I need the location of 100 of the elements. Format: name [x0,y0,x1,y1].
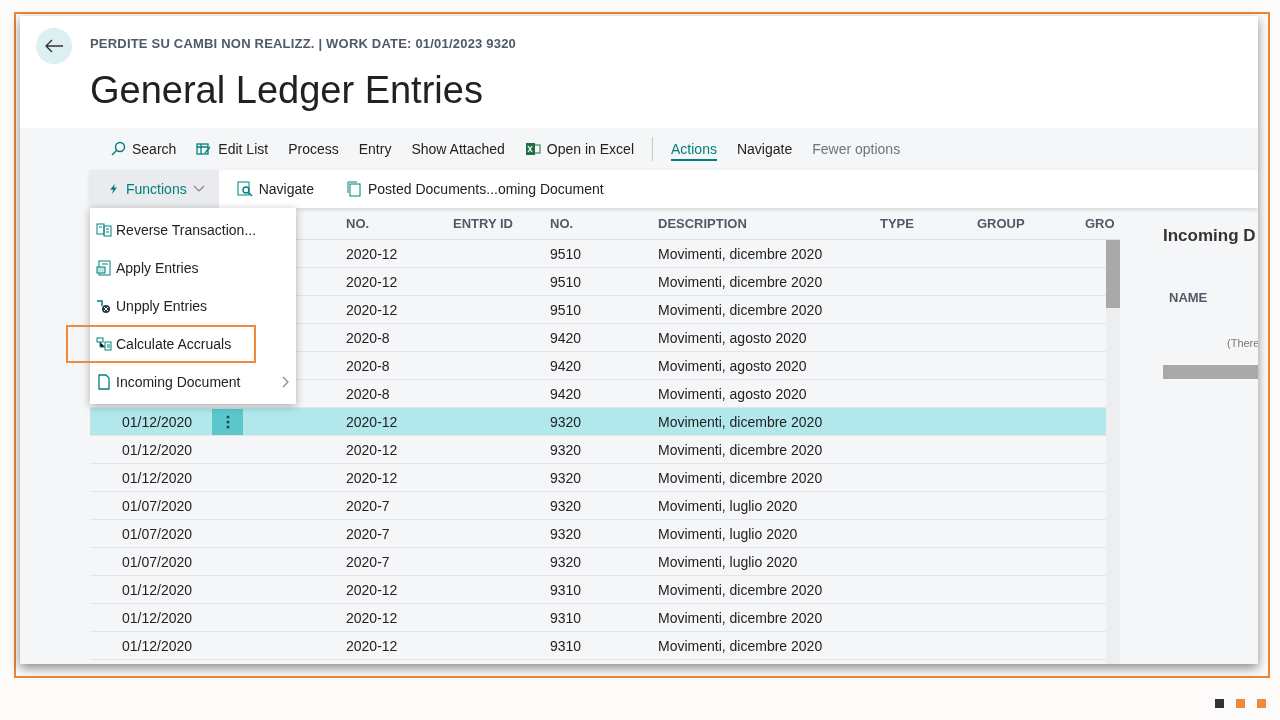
table-cell-text: 2020-12 [346,637,399,654]
table-cell-text: Movimenti, dicembre 2020 [658,245,824,262]
table-cell-text: 2020-8 [346,385,391,402]
date-cell-text: 01/12/2020 [121,413,194,430]
table-cell-text: Movimenti, dicembre 2020 [658,413,824,430]
table-cell-text: 2020-12 [346,301,399,318]
table-cell-text: 2020-12 [346,413,399,430]
table-row[interactable]: 01/07/2020 2020-7 9320 Movimenti, luglio 2020 [90,520,1106,548]
page-title: General Ledger Entries [90,69,484,112]
table-cell-text: 9320 [550,553,583,570]
table-cell-text: Movimenti, luglio 2020 [658,553,799,570]
table-cell-text: Movimenti, agosto 2020 [658,385,808,402]
table-cell-text: 2020-12 [346,609,399,626]
table-cell-text: Movimenti, agosto 2020 [658,329,808,346]
table-cell-text: Movimenti, luglio 2020 [658,497,799,514]
documents-icon [345,181,362,197]
table-edit-icon [196,141,213,157]
table-cell-text: 9510 [550,245,583,262]
column-header[interactable]: GRO [1085,216,1120,231]
table-cell-text: 9320 [550,441,583,458]
factbox-title: Incoming D [1163,226,1257,246]
table-cell-text: 2020-8 [346,357,391,374]
date-cell-text: 01/12/2020 [121,469,194,486]
table-cell-text: Movimenti, luglio 2020 [658,525,799,542]
document-stack-icon [96,222,112,238]
table-cell-text: 9320 [550,525,583,542]
table-cell-text: 2020-8 [346,329,391,346]
table-cell-text: Movimenti, dicembre 2020 [658,469,824,486]
chevron-right-icon [282,376,290,388]
table-row[interactable]: 01/12/2020 2020-12 9310 Movimenti, dicembre 2020 [90,576,1106,604]
table-cell-text: 9510 [550,301,583,318]
table-row[interactable]: 01/12/2020 2020-12 9320 Movimenti, dicembre 2020 [90,464,1106,492]
toolbar-button[interactable]: Open in Excel [514,135,644,163]
column-header[interactable]: ENTRY ID [453,216,550,231]
toolbar-button[interactable]: Edit List [186,135,279,163]
more-vertical-icon [225,414,230,429]
table-cell-text: 9420 [550,329,583,346]
table-cell-text: 9420 [550,357,583,374]
unlink-icon [96,298,112,314]
action-button[interactable]: Navigate [218,170,328,208]
column-header[interactable]: GROUP [977,216,1085,231]
date-cell-text: 01/07/2020 [121,525,194,542]
table-cell-text: 2020-12 [346,273,399,290]
date-cell-text: 01/07/2020 [121,497,194,514]
table-cell-text: 9310 [550,609,583,626]
toolbar-button[interactable]: Search [100,135,187,163]
spreadsheet-icon [524,141,541,157]
date-cell-text: 01/12/2020 [121,637,194,654]
column-header[interactable]: NO. [550,216,658,231]
table-row[interactable]: 01/12/2020 2020-12 9310 Movimenti, dicembre 2020 [90,632,1106,660]
table-row[interactable]: 01/07/2020 2020-7 9320 Movimenti, luglio 2020 [90,548,1106,576]
table-cell-text: Movimenti, dicembre 2020 [658,441,824,458]
date-cell-text: 01/12/2020 [121,441,194,458]
chevron-down-icon [192,185,205,193]
table-cell-text: 9310 [550,581,583,598]
action-tab[interactable]: Navigate [726,135,803,163]
slide-dots-drawing [1215,699,1266,708]
table-cell-text: 9320 [550,469,583,486]
back-button[interactable] [36,28,72,64]
table-cell-text: 9320 [550,497,583,514]
table-cell-text: 9320 [550,413,583,430]
column-header[interactable]: DESCRIPTION [658,216,880,231]
table-cell-text: Movimenti, dicembre 2020 [658,301,824,318]
toolbar-button[interactable]: Show Attached [401,135,515,163]
table-cell-text: Movimenti, agosto 2020 [658,357,808,374]
document-icon [96,374,112,390]
table-cell-text: 9420 [550,385,583,402]
table-row[interactable]: 01/12/2020 2020-12 9320 Movimenti, dicembre 2020 [90,408,1106,436]
date-cell-text: 01/12/2020 [121,609,194,626]
table-cell-text: 2020-7 [346,497,391,514]
action-button[interactable]: Functions [90,170,219,208]
table-row[interactable]: 01/07/2020 2020-7 9320 Movimenti, luglio 2020 [90,492,1106,520]
search-icon [110,141,126,157]
document-apply-icon [96,260,112,276]
table-cell-text: 2020-12 [346,245,399,262]
date-cell-text: 01/12/2020 [121,581,194,598]
row-menu-button[interactable] [212,408,243,435]
date-cell-text: 01/07/2020 [121,553,194,570]
column-header[interactable]: NAME [1169,290,1258,305]
table-cell-text: 2020-7 [346,525,391,542]
column-header[interactable]: NO. [346,216,453,231]
action-tab[interactable]: Actions [661,135,727,163]
table-row[interactable]: 01/12/2020 2020-12 9320 Movimenti, dicembre 2020 [90,436,1106,464]
hierarchy-icon [96,336,112,352]
table-cell-text: Movimenti, dicembre 2020 [658,581,824,598]
table-cell-text: 9310 [550,637,583,654]
magnifier-document-icon [236,181,253,197]
action-button[interactable]: Posted Documents...oming Document [327,170,618,208]
fewer-options-link[interactable]: Fewer options [802,135,911,163]
table-cell-text: Movimenti, dicembre 2020 [658,637,824,654]
toolbar-button[interactable]: Entry [348,135,402,163]
scrollbar[interactable] [1163,365,1258,379]
column-header[interactable]: TYPE [880,216,977,231]
toolbar-button[interactable]: Process [278,135,349,163]
back-arrow-icon [44,38,64,54]
table-cell-text: 9510 [550,273,583,290]
table-row[interactable]: 01/12/2020 2020-12 9310 Movimenti, dicembre 2020 [90,604,1106,632]
table-cell-text: 2020-12 [346,469,399,486]
table-cell-text: Movimenti, dicembre 2020 [658,609,824,626]
scrollbar[interactable] [1106,240,1120,664]
